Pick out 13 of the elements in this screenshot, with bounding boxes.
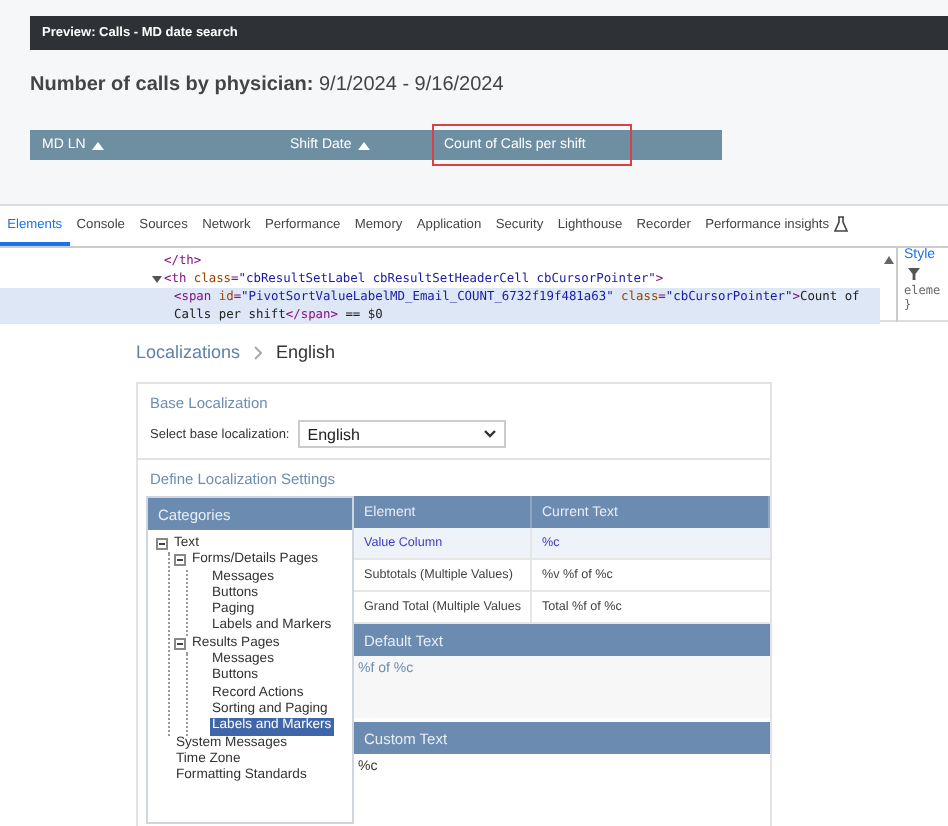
chevron-right-icon (254, 345, 263, 359)
chevron-down-icon (483, 430, 496, 438)
collapse-icon[interactable] (156, 538, 168, 551)
filter-icon[interactable] (908, 268, 920, 280)
collapse-icon[interactable] (174, 637, 186, 650)
localization-select[interactable]: English (297, 420, 506, 448)
flask-icon (833, 216, 848, 232)
expanded-triangle-icon[interactable] (152, 274, 162, 284)
breadcrumb-current: English (276, 342, 336, 362)
collapse-icon[interactable] (174, 554, 186, 567)
breadcrumb-link[interactable]: Localizations (136, 342, 241, 362)
report-heading: Number of calls by physician: 9/1/2024 - 9/16/2024 (30, 74, 506, 96)
scroll-up-icon[interactable] (883, 256, 893, 264)
